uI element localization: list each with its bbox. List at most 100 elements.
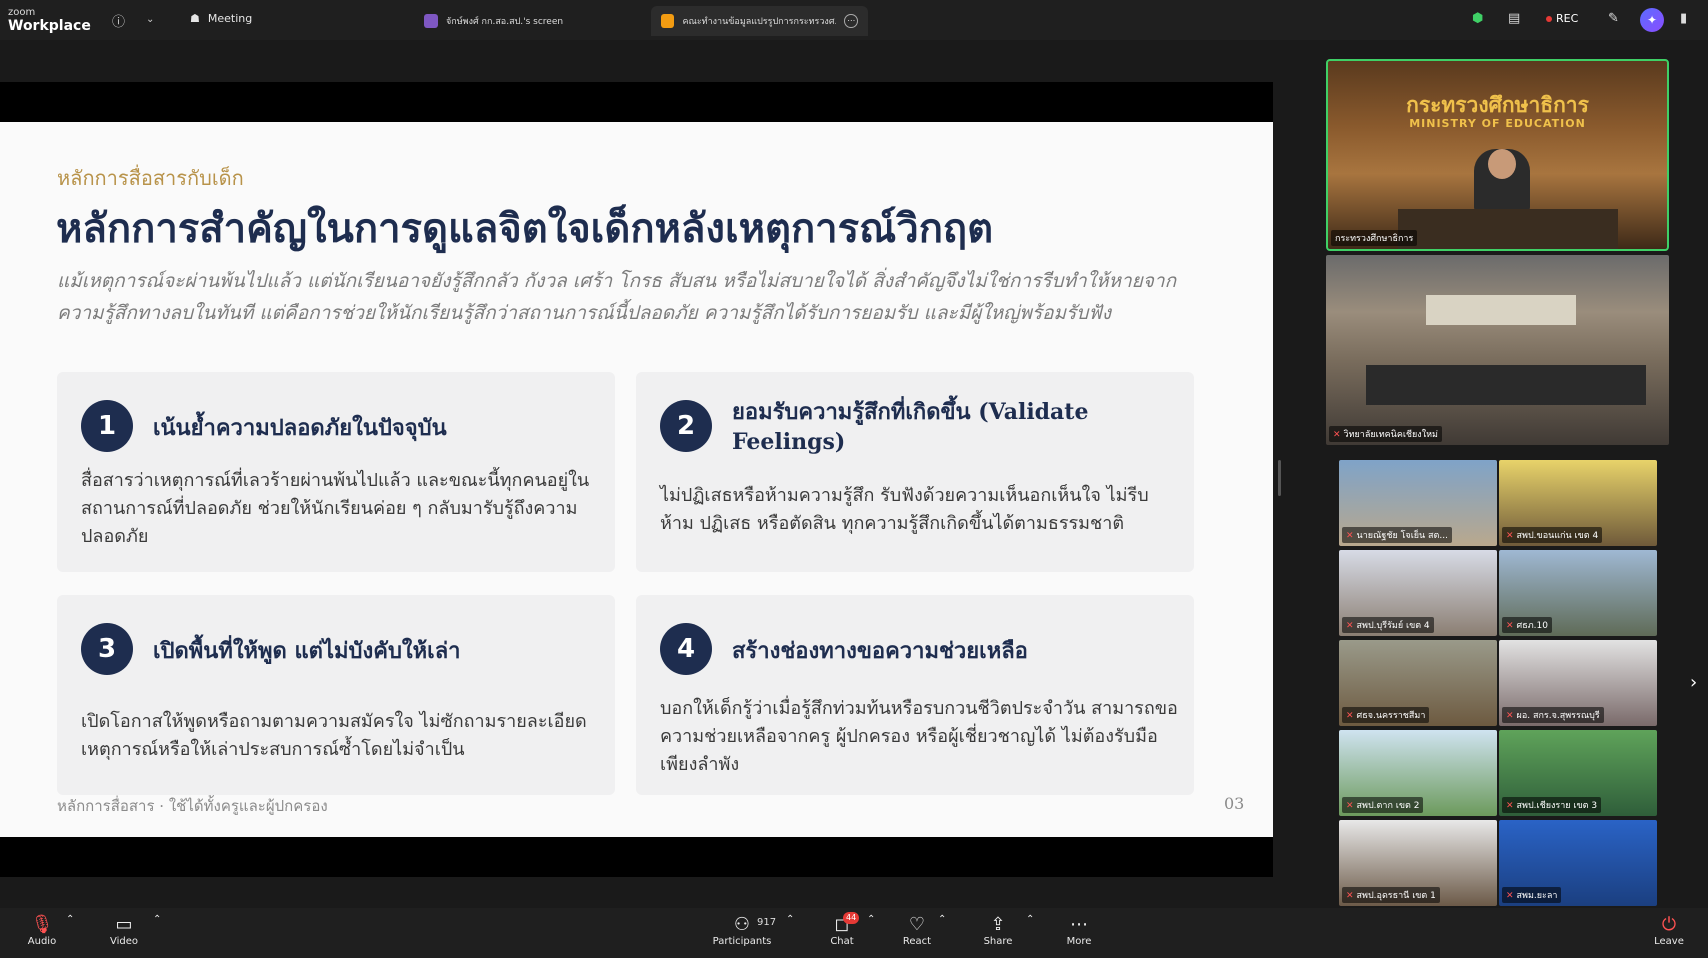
- shield-icon[interactable]: ⬢: [1472, 11, 1483, 26]
- mic-muted-icon: ✕: [1506, 711, 1514, 721]
- principle-card-4: 4 สร้างช่องทางขอความช่วยเหลือ บอกให้เด็ก…: [636, 595, 1194, 795]
- chat-button[interactable]: ◻ 44 Chat: [827, 912, 860, 947]
- slide-footer: หลักการสื่อสาร · ใช้ได้ทั้งครูและผู้ปกคร…: [57, 797, 328, 815]
- notes-icon[interactable]: ▤: [1508, 11, 1520, 26]
- ai-companion-icon[interactable]: ✦: [1640, 8, 1664, 32]
- info-icon[interactable]: ⓘ: [112, 11, 125, 30]
- slide-title: หลักการสำคัญในการดูแลจิตใจเด็กหลังเหตุกา…: [56, 205, 994, 252]
- tab-label: จักษ์พงศ์ กก.สอ.สป.'s screen: [446, 17, 564, 27]
- card-title: เปิดพื้นที่ให้พูด แต่ไม่บังคับให้เล่า: [153, 638, 461, 664]
- video-label: Video: [109, 936, 139, 947]
- mic-muted-icon: 🎙: [30, 914, 54, 935]
- more-options-icon[interactable]: ⋯: [844, 14, 858, 28]
- brand-small: zoom: [8, 7, 36, 18]
- participant-name-text: ศธจ.นครราชสีมา: [1356, 711, 1426, 721]
- card-title: ยอมรับความรู้สึกที่เกิดขึ้น (Validate Fe…: [732, 399, 1089, 455]
- video-options-caret[interactable]: ⌃: [153, 914, 161, 925]
- participant-video[interactable]: ✕ ศธจ.นครราชสีมา: [1339, 640, 1497, 726]
- mic-muted-icon: ✕: [1506, 621, 1514, 631]
- rec-label: REC: [1556, 12, 1579, 25]
- card-body: ไม่ปฏิเสธหรือห้ามความรู้สึก รับฟังด้วยคว…: [660, 485, 1149, 534]
- participant-video[interactable]: ✕ นายณัฐชัย โจเย็น สต...: [1339, 460, 1497, 546]
- camera-icon: ▭: [115, 914, 133, 935]
- chevron-right-icon[interactable]: ›: [1690, 672, 1697, 693]
- participant-name: ✕ ศธจ.นครราชสีมา: [1342, 707, 1430, 723]
- principle-card-1: 1 เน้นย้ำความปลอดภัยในปัจจุบัน สื่อสารว่…: [57, 372, 615, 572]
- tab-avatar-icon: [661, 14, 675, 28]
- participant-name: ✕ สพป.ขอนแก่น เขต 4: [1502, 527, 1603, 543]
- participant-video[interactable]: ✕ สพป.อุดรธานี เขต 1: [1339, 820, 1497, 906]
- participant-name-text: สพป.อุดรธานี เขต 1: [1356, 891, 1436, 901]
- mic-muted-icon: ✕: [1333, 430, 1341, 440]
- participant-name: กระทรวงศึกษาธิการ: [1331, 230, 1418, 246]
- card-number: 3: [81, 623, 133, 675]
- mic-muted-icon: ✕: [1506, 891, 1514, 901]
- participant-name-text: สพป.ตาก เขต 2: [1356, 801, 1420, 811]
- participant-name-text: ศธภ.10: [1516, 621, 1548, 631]
- backdrop-subtitle: MINISTRY OF EDUCATION: [1409, 117, 1586, 130]
- participant-name-text: นายณัฐชัย โจเย็น สต...: [1356, 531, 1448, 541]
- participant-video[interactable]: ✕ สพม.ยะลา: [1499, 820, 1657, 906]
- mic-muted-icon: ✕: [1506, 531, 1514, 541]
- participant-video[interactable]: ✕ ศธภ.10: [1499, 550, 1657, 636]
- tab-screen-share[interactable]: จักษ์พงศ์ กก.สอ.สป.'s screen: [414, 6, 573, 36]
- people-icon: ☗: [190, 12, 200, 25]
- brand-name: Workplace: [8, 18, 91, 34]
- meeting-toolbar: 🎙 Audio ⌃ ▭ Video ⌃ ⚇ Participants 917 ⌃…: [0, 908, 1708, 958]
- participant-name-text: สพป.เชียงราย เขต 3: [1516, 801, 1598, 811]
- slide-lead: แม้เหตุการณ์จะผ่านพ้นไปแล้ว แต่นักเรียนอ…: [57, 270, 1177, 324]
- participants-options-caret[interactable]: ⌃: [786, 914, 794, 925]
- pen-icon[interactable]: ✎: [1608, 11, 1619, 26]
- participant-name: ✕ สพป.ตาก เขต 2: [1342, 797, 1424, 813]
- mic-muted-icon: ✕: [1346, 891, 1354, 901]
- react-options-caret[interactable]: ⌃: [938, 914, 946, 925]
- participant-name-text: สพม.ยะลา: [1516, 891, 1558, 901]
- room-table: [1366, 365, 1646, 405]
- recording-indicator[interactable]: REC: [1546, 12, 1578, 25]
- audio-button[interactable]: 🎙 Audio: [24, 914, 60, 947]
- participant-name-text: สพป.บุรีรัมย์ เขต 4: [1356, 621, 1430, 631]
- participants-count: 917: [757, 917, 777, 928]
- participant-video[interactable]: ✕ สพป.เชียงราย เขต 3: [1499, 730, 1657, 816]
- leave-button[interactable]: ⏻ Leave: [1654, 914, 1684, 947]
- participant-video[interactable]: ✕ ผอ. สกร.จ.สุพรรณบุรี: [1499, 640, 1657, 726]
- zoom-logo: zoom Workplace: [8, 7, 91, 34]
- card-body: เปิดโอกาสให้พูดหรือถามตามความสมัครใจ ไม่…: [81, 711, 587, 760]
- zoom-window: zoom Workplace ⓘ ⌄ ☗ Meeting จักษ์พงศ์ ก…: [0, 0, 1708, 958]
- more-button[interactable]: ⋯ More: [1064, 914, 1094, 947]
- chat-options-caret[interactable]: ⌃: [867, 914, 875, 925]
- active-speaker-video[interactable]: กระทรวงศึกษาธิการ MINISTRY OF EDUCATION …: [1326, 59, 1669, 251]
- participant-name-text: สพป.ขอนแก่น เขต 4: [1516, 531, 1599, 541]
- tab-active-share[interactable]: คณะทำงานข้อมูลแปรรูปการกระทรวงศ...'s ⋯: [651, 6, 868, 36]
- room-video[interactable]: ✕ วิทยาลัยเทคนิคเชียงใหม่: [1326, 255, 1669, 445]
- more-icon: ⋯: [1070, 914, 1088, 935]
- share-button[interactable]: ⇪ Share: [982, 914, 1014, 947]
- participant-name: ✕ นายณัฐชัย โจเย็น สต...: [1342, 527, 1452, 543]
- participants-label: Participants: [712, 936, 772, 947]
- participant-video[interactable]: ✕ สพป.ขอนแก่น เขต 4: [1499, 460, 1657, 546]
- presentation-slide: หลักการสื่อสารกับเด็ก หลักการสำคัญในการด…: [0, 122, 1273, 837]
- leave-icon: ⏻: [1661, 914, 1677, 935]
- chevron-down-icon[interactable]: ⌄: [146, 14, 154, 25]
- sidebar-toggle-icon[interactable]: ▮: [1680, 11, 1687, 26]
- principle-card-3: 3 เปิดพื้นที่ให้พูด แต่ไม่บังคับให้เล่า …: [57, 595, 615, 795]
- participant-video[interactable]: ✕ สพป.ตาก เขต 2: [1339, 730, 1497, 816]
- participant-name: ✕ สพป.บุรีรัมย์ เขต 4: [1342, 617, 1434, 633]
- card-title: เน้นย้ำความปลอดภัยในปัจจุบัน: [153, 415, 447, 441]
- meeting-menu[interactable]: ☗ Meeting: [190, 12, 252, 25]
- participant-video[interactable]: ✕ สพป.บุรีรัมย์ เขต 4: [1339, 550, 1497, 636]
- mic-muted-icon: ✕: [1346, 711, 1354, 721]
- video-button[interactable]: ▭ Video: [108, 914, 140, 947]
- audio-options-caret[interactable]: ⌃: [66, 914, 74, 925]
- card-title: สร้างช่องทางขอความช่วยเหลือ: [732, 638, 1028, 664]
- react-label: React: [902, 936, 932, 947]
- react-button[interactable]: ♡ React: [902, 914, 932, 947]
- panel-resize-handle[interactable]: [1278, 460, 1281, 496]
- slide-page-number: 03: [1224, 794, 1245, 813]
- participant-name: ✕ วิทยาลัยเทคนิคเชียงใหม่: [1329, 426, 1442, 442]
- participant-name-text: ผอ. สกร.จ.สุพรรณบุรี: [1516, 711, 1600, 721]
- share-options-caret[interactable]: ⌃: [1026, 914, 1034, 925]
- audio-label: Audio: [27, 936, 57, 947]
- mic-muted-icon: ✕: [1346, 801, 1354, 811]
- room-sign: [1426, 295, 1576, 325]
